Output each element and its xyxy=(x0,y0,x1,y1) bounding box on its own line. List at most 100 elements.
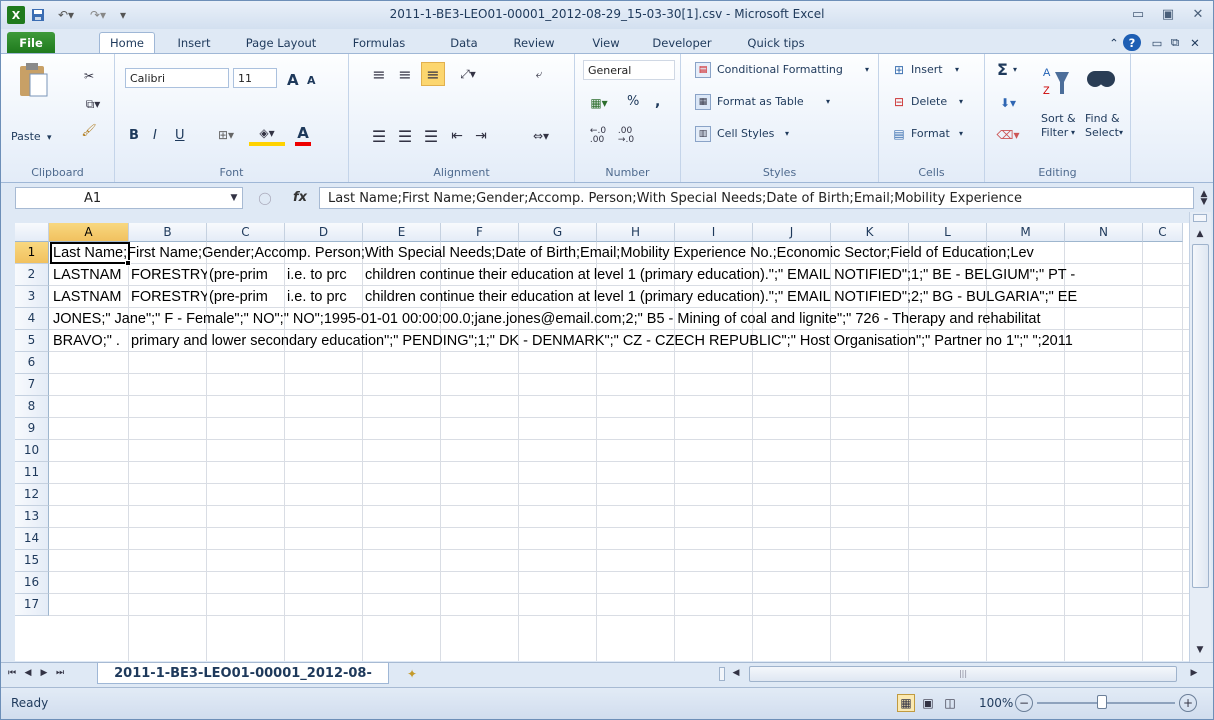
delete-cells-icon[interactable]: ⊟ xyxy=(891,94,907,110)
row-header-17[interactable]: 17 xyxy=(15,594,49,616)
paste-icon[interactable] xyxy=(13,60,53,100)
cell-b2[interactable]: FORESTRY xyxy=(129,264,207,286)
italic-button[interactable]: I xyxy=(153,128,157,143)
cell-a2[interactable]: LASTNAM xyxy=(51,264,129,286)
zoom-slider-thumb[interactable] xyxy=(1097,695,1107,709)
column-header-d[interactable]: D xyxy=(285,223,363,242)
column-header-k[interactable]: K xyxy=(831,223,909,242)
minimize-icon[interactable]: ▭ xyxy=(1124,5,1152,23)
align-center-icon[interactable]: ☰ xyxy=(395,126,415,146)
insert-button[interactable]: Insert xyxy=(911,63,943,76)
workbook-close-icon[interactable]: ✕ xyxy=(1187,32,1203,53)
cell-b3[interactable]: FORESTRY xyxy=(129,286,207,308)
number-format-box[interactable]: General xyxy=(583,60,675,80)
insert-cells-icon[interactable]: ⊞ xyxy=(891,62,907,78)
wrap-text-icon[interactable]: ⤶ xyxy=(527,64,551,84)
cell-a3[interactable]: LASTNAM xyxy=(51,286,129,308)
tab-quick-tips[interactable]: Quick tips xyxy=(739,32,813,53)
tab-page-layout[interactable]: Page Layout xyxy=(241,32,321,53)
find-select-label1[interactable]: Find & xyxy=(1085,112,1120,125)
column-header-l[interactable]: L xyxy=(909,223,987,242)
align-top-icon[interactable]: ≡ xyxy=(369,64,389,84)
maximize-icon[interactable]: ▣ xyxy=(1154,5,1182,23)
font-name-box[interactable]: Calibri xyxy=(125,68,229,88)
tab-formulas[interactable]: Formulas xyxy=(348,32,410,53)
find-select-icon[interactable] xyxy=(1083,62,1117,102)
sheet-tab[interactable]: 2011-1-BE3-LEO01-00001_2012-08- xyxy=(97,663,389,684)
name-box[interactable]: A1 xyxy=(15,187,243,209)
column-header-f[interactable]: F xyxy=(441,223,519,242)
align-right-icon[interactable]: ☰ xyxy=(421,126,441,146)
clear-icon[interactable]: ⌫▾ xyxy=(995,126,1021,144)
increase-indent-icon[interactable]: ⇥ xyxy=(471,126,491,146)
scroll-right-icon[interactable]: ▶ xyxy=(1187,666,1201,680)
find-select-label2[interactable]: Select xyxy=(1085,126,1119,139)
select-all-corner[interactable] xyxy=(15,223,49,242)
cell-a1-text[interactable]: Last Name;First Name;Gender;Accomp. Pers… xyxy=(51,242,1189,264)
copy-icon[interactable]: ⧉▾ xyxy=(79,94,107,114)
zoom-in-icon[interactable]: + xyxy=(1179,694,1197,712)
row-header-12[interactable]: 12 xyxy=(15,484,49,506)
comma-button[interactable]: , xyxy=(655,94,660,110)
decrease-indent-icon[interactable]: ⇤ xyxy=(447,126,467,146)
fill-handle[interactable] xyxy=(125,260,131,266)
column-header-n[interactable]: N xyxy=(1065,223,1143,242)
column-header-i[interactable]: I xyxy=(675,223,753,242)
insert-dropdown-icon[interactable]: ▾ xyxy=(955,65,959,74)
column-header-j[interactable]: J xyxy=(753,223,831,242)
row-header-6[interactable]: 6 xyxy=(15,352,49,374)
close-icon[interactable]: ✕ xyxy=(1184,5,1212,23)
horizontal-scroll-thumb[interactable]: ||| xyxy=(749,666,1177,682)
paste-label[interactable]: Paste xyxy=(11,130,41,143)
worksheet-grid[interactable]: ABCDEFGHIJKLMNC 1 2 3 4 5 6 7 8 9 10 11 12 13 14 15 16 1… xyxy=(15,223,1189,661)
row-header-9[interactable]: 9 xyxy=(15,418,49,440)
row-header-7[interactable]: 7 xyxy=(15,374,49,396)
scroll-left-icon[interactable]: ◀ xyxy=(729,666,743,680)
row-header-2[interactable]: 2 xyxy=(15,264,49,286)
align-bottom-icon[interactable]: ≡ xyxy=(421,62,445,86)
row-header-10[interactable]: 10 xyxy=(15,440,49,462)
conditional-formatting-icon[interactable]: ▤ xyxy=(695,62,711,78)
tab-split-box[interactable] xyxy=(719,667,725,681)
format-as-table-button[interactable]: Format as Table xyxy=(717,95,804,108)
shrink-font-icon[interactable]: A xyxy=(307,74,316,87)
prev-sheet-icon[interactable]: ◀ xyxy=(21,666,35,680)
delete-dropdown-icon[interactable]: ▾ xyxy=(959,97,963,106)
find-select-dropdown-icon[interactable]: ▾ xyxy=(1119,128,1123,137)
minimize-ribbon-icon[interactable]: ⌃ xyxy=(1107,32,1121,53)
format-table-icon[interactable]: ▦ xyxy=(695,94,711,110)
scroll-up-icon[interactable]: ▲ xyxy=(1192,226,1208,242)
cell-e2[interactable]: children continue their education at lev… xyxy=(363,264,1189,286)
cell-c3[interactable]: (pre-prim xyxy=(207,286,285,308)
row-header-8[interactable]: 8 xyxy=(15,396,49,418)
tab-data[interactable]: Data xyxy=(442,32,486,53)
align-middle-icon[interactable]: ≡ xyxy=(395,64,415,84)
format-button[interactable]: Format xyxy=(911,127,950,140)
workbook-minimize-icon[interactable]: ▭ xyxy=(1149,32,1165,53)
merge-center-icon[interactable]: ⇔▾ xyxy=(527,126,555,146)
cell-a5[interactable]: BRAVO;" . xyxy=(51,330,129,352)
borders-icon[interactable]: ⊞▾ xyxy=(211,126,241,144)
format-dropdown-icon[interactable]: ▾ xyxy=(959,129,963,138)
cell-styles-button[interactable]: Cell Styles xyxy=(717,127,774,140)
cell-d3[interactable]: i.e. to prc xyxy=(285,286,363,308)
tab-developer[interactable]: Developer xyxy=(645,32,719,53)
first-sheet-icon[interactable]: ⏮ xyxy=(5,666,19,680)
help-icon[interactable]: ? xyxy=(1123,34,1141,51)
expand-formula-bar-icon[interactable]: ▲ ▼ xyxy=(1197,189,1211,207)
row-header-15[interactable]: 15 xyxy=(15,550,49,572)
next-sheet-icon[interactable]: ▶ xyxy=(37,666,51,680)
cell-styles-icon[interactable]: ▥ xyxy=(695,126,711,142)
font-color-icon[interactable]: A xyxy=(295,124,311,146)
tab-review[interactable]: Review xyxy=(506,32,562,53)
zoom-out-icon[interactable]: − xyxy=(1015,694,1033,712)
bold-button[interactable]: B xyxy=(129,128,139,143)
row-header-1[interactable]: 1 xyxy=(15,242,49,264)
cell-d2[interactable]: i.e. to prc xyxy=(285,264,363,286)
cut-icon[interactable]: ✂ xyxy=(79,66,99,86)
last-sheet-icon[interactable]: ⏭ xyxy=(53,666,67,680)
page-layout-view-icon[interactable]: ▣ xyxy=(919,694,937,712)
cell-c2[interactable]: (pre-prim xyxy=(207,264,285,286)
vertical-scrollbar[interactable]: ▲ ▼ xyxy=(1189,212,1211,663)
row-header-14[interactable]: 14 xyxy=(15,528,49,550)
